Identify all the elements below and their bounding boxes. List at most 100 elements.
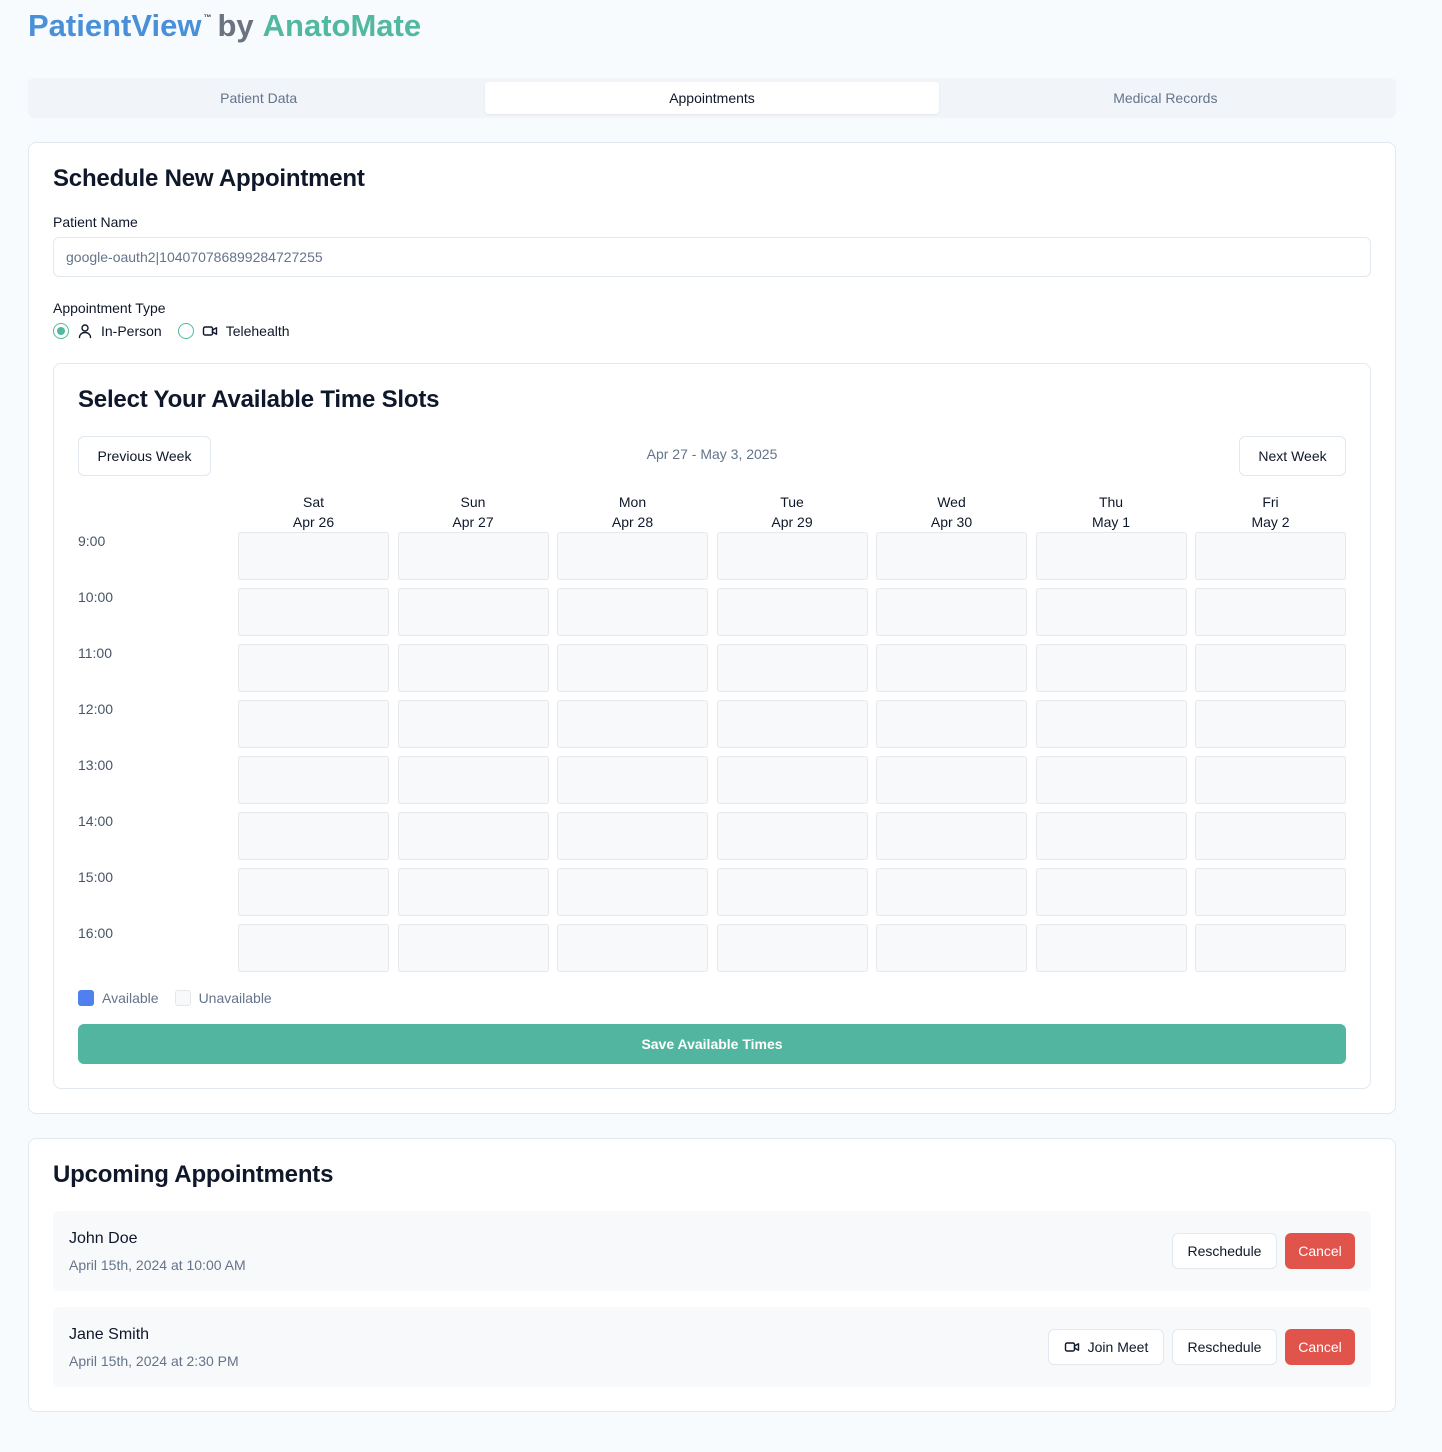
time-slot[interactable] xyxy=(238,924,389,972)
time-slot[interactable] xyxy=(1035,532,1187,580)
time-slot[interactable] xyxy=(238,644,389,692)
in-person-radio[interactable] xyxy=(53,323,69,339)
time-slot[interactable] xyxy=(1035,644,1187,692)
time-slot[interactable] xyxy=(397,868,549,916)
time-slot[interactable] xyxy=(1195,924,1346,972)
app-logo: PatientView ™ by AnatoMate xyxy=(28,8,421,48)
time-slot[interactable] xyxy=(397,644,549,692)
time-slot[interactable] xyxy=(716,532,868,580)
day-header: Thu May 1 xyxy=(1036,492,1187,532)
time-slot[interactable] xyxy=(238,700,389,748)
schedule-title: Schedule New Appointment xyxy=(53,165,365,192)
time-label: 10:00 xyxy=(78,589,114,605)
time-slot[interactable] xyxy=(1035,756,1187,804)
time-slot[interactable] xyxy=(716,756,868,804)
time-slot[interactable] xyxy=(1195,756,1346,804)
tab-appointments[interactable]: Appointments xyxy=(485,82,939,114)
time-slot[interactable] xyxy=(397,812,549,860)
time-label: 16:00 xyxy=(78,925,114,941)
time-slot[interactable] xyxy=(557,588,708,636)
time-slot[interactable] xyxy=(876,868,1027,916)
time-slot[interactable] xyxy=(557,868,708,916)
time-slot[interactable] xyxy=(716,700,868,748)
time-slot[interactable] xyxy=(1195,644,1346,692)
day-of-week: Tue xyxy=(780,494,804,510)
upcoming-appointments-card: Upcoming Appointments John Doe April 15t… xyxy=(28,1138,1396,1412)
trademark-mark: ™ xyxy=(203,13,212,22)
time-slot[interactable] xyxy=(557,924,708,972)
time-slot[interactable] xyxy=(397,588,549,636)
appointment-patient-name: Jane Smith xyxy=(69,1326,150,1343)
video-icon xyxy=(202,323,218,339)
time-slot[interactable] xyxy=(397,700,549,748)
time-slot[interactable] xyxy=(1035,700,1187,748)
tab-medical-records[interactable]: Medical Records xyxy=(939,82,1392,114)
day-date: May 2 xyxy=(1251,514,1290,530)
time-slot[interactable] xyxy=(557,756,708,804)
time-slot[interactable] xyxy=(1035,588,1187,636)
day-of-week: Thu xyxy=(1098,494,1124,510)
day-date: Apr 29 xyxy=(771,514,813,530)
time-slot[interactable] xyxy=(238,756,389,804)
join-meet-label: Join Meet xyxy=(1087,1339,1149,1355)
time-slot[interactable] xyxy=(238,868,389,916)
time-slot[interactable] xyxy=(1035,812,1187,860)
time-slot[interactable] xyxy=(876,588,1027,636)
time-slot[interactable] xyxy=(876,644,1027,692)
time-label: 12:00 xyxy=(78,701,114,717)
time-slot[interactable] xyxy=(716,924,868,972)
telehealth-radio[interactable] xyxy=(177,323,194,339)
time-label: 13:00 xyxy=(78,757,114,773)
tab-patient-data[interactable]: Patient Data xyxy=(32,82,485,114)
time-slot[interactable] xyxy=(238,588,389,636)
unavailable-swatch xyxy=(174,990,191,1006)
reschedule-button[interactable]: Reschedule xyxy=(1172,1329,1277,1365)
patient-name-label: Patient Name xyxy=(53,214,138,230)
next-week-button[interactable]: Next Week xyxy=(1239,436,1346,476)
patient-name-input[interactable] xyxy=(53,237,1371,277)
available-swatch xyxy=(78,990,94,1006)
time-slot[interactable] xyxy=(1195,588,1346,636)
cancel-button[interactable]: Cancel xyxy=(1285,1329,1355,1365)
time-slot[interactable] xyxy=(238,812,389,860)
logo-by: by xyxy=(217,8,254,43)
day-of-week: Fri xyxy=(1262,494,1279,510)
time-slot[interactable] xyxy=(876,700,1027,748)
time-slot[interactable] xyxy=(397,924,549,972)
day-date: Apr 27 xyxy=(452,514,494,530)
time-slot[interactable] xyxy=(1195,868,1346,916)
time-slot[interactable] xyxy=(557,532,708,580)
time-slot[interactable] xyxy=(716,812,868,860)
time-slot[interactable] xyxy=(876,924,1027,972)
reschedule-button[interactable]: Reschedule xyxy=(1172,1233,1277,1269)
time-slot[interactable] xyxy=(397,756,549,804)
appointment-time: April 15th, 2024 at 10:00 AM xyxy=(69,1257,246,1273)
time-slot[interactable] xyxy=(1195,532,1346,580)
time-slot[interactable] xyxy=(716,588,868,636)
time-slot[interactable] xyxy=(1195,700,1346,748)
time-slot[interactable] xyxy=(876,812,1027,860)
time-slot[interactable] xyxy=(716,868,868,916)
time-slot[interactable] xyxy=(716,644,868,692)
day-of-week: Wed xyxy=(937,494,966,510)
time-slot[interactable] xyxy=(238,532,389,580)
slot-legend: Available Unavailable xyxy=(78,990,272,1006)
save-available-times-button[interactable]: Save Available Times xyxy=(78,1024,1346,1064)
day-header: Mon Apr 28 xyxy=(557,492,708,532)
day-header: Sun Apr 27 xyxy=(398,492,549,532)
day-of-week: Sat xyxy=(302,494,324,510)
join-meet-button[interactable]: Join Meet xyxy=(1048,1329,1164,1365)
time-label: 11:00 xyxy=(78,645,112,661)
time-slot[interactable] xyxy=(557,812,708,860)
time-slot[interactable] xyxy=(557,644,708,692)
time-slot[interactable] xyxy=(876,532,1027,580)
cancel-button[interactable]: Cancel xyxy=(1285,1233,1355,1269)
time-slot[interactable] xyxy=(1035,868,1187,916)
day-header: Tue Apr 29 xyxy=(717,492,868,532)
appointment-type-label: Appointment Type xyxy=(53,300,166,316)
time-slot[interactable] xyxy=(876,756,1027,804)
time-slot[interactable] xyxy=(1035,924,1187,972)
time-slot[interactable] xyxy=(397,532,549,580)
time-slot[interactable] xyxy=(1195,812,1346,860)
time-slot[interactable] xyxy=(557,700,708,748)
